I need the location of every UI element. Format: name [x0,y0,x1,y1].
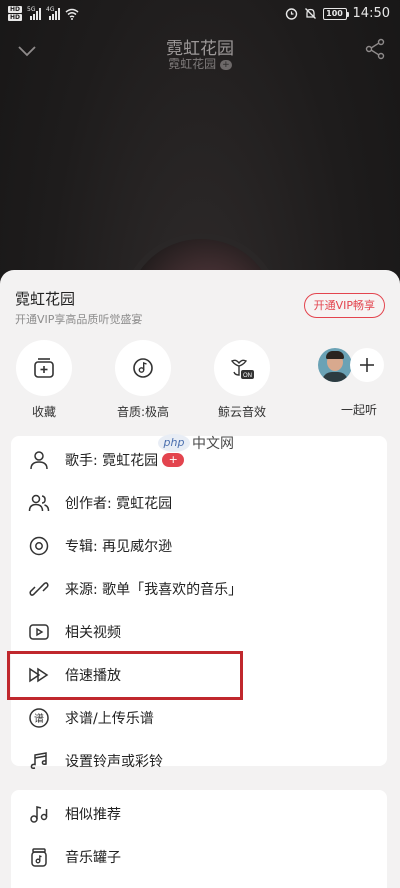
watermark: php 中文网 [158,433,234,453]
player-top-bar: 霓虹花园 霓虹花园 + [0,30,400,80]
whale-sound-effect-icon: ON [230,359,254,379]
clock: 14:50 [352,6,390,21]
php-logo: php [158,434,190,452]
artist-name[interactable]: 霓虹花园 + [0,55,400,72]
menu-item-related-video[interactable]: 相关视频 [11,610,387,653]
svg-text:谱: 谱 [34,712,44,725]
ringtone-icon [30,751,47,769]
menu-item-source[interactable]: 来源: 歌单「我喜欢的音乐」 [11,567,387,610]
video-icon [29,623,49,640]
follow-artist-icon[interactable]: + [219,59,232,70]
sheet-title: 霓虹花园 [15,290,76,308]
sound-quality-button[interactable]: 音质:极高 [103,340,183,420]
hd-badge: HD [8,6,23,13]
song-info-list: 歌手: 霓虹花园 + 创作者: 霓虹花园 专辑: 再见威尔逊 来源: 歌单「我喜… [11,436,387,770]
menu-item-creator[interactable]: 创作者: 霓虹花园 [11,481,387,524]
listen-together-group[interactable] [318,348,390,388]
disc-note-icon [133,358,153,378]
alarm-icon [285,8,297,20]
music-jar-icon [31,847,47,867]
creators-icon [28,494,50,511]
person-icon [30,450,48,469]
add-to-playlist-icon [34,358,54,378]
watermark-text: 中文网 [192,436,234,452]
follow-artist-badge[interactable]: + [162,452,185,467]
discover-list: 相似推荐 音乐罐子 [11,790,387,888]
menu-item-sheet-music[interactable]: 谱 求谱/上传乐谱 [11,696,387,739]
avatar [318,348,352,382]
sheet-music-icon: 谱 [29,707,49,728]
album-disc-icon [29,536,49,555]
plus-icon [360,358,374,372]
menu-item-music-jar[interactable]: 音乐罐子 [11,835,387,878]
menu-item-similar[interactable]: 相似推荐 [11,792,387,835]
signal-icon: 5G [27,6,42,20]
listen-together-label: 一起听 [340,403,377,417]
link-icon [29,581,49,596]
collect-button[interactable]: 收藏 [4,340,84,420]
battery-icon: 100 [322,7,349,20]
song-options-sheet: 霓虹花园 开通VIP享高品质听觉盛宴 开通VIP畅享 收藏 音质:极高 ON 鲸… [0,270,400,888]
signal-icon: 4G [46,6,61,20]
open-vip-button[interactable]: 开通VIP畅享 [303,293,385,318]
wifi-icon [65,8,79,20]
svg-text:ON: ON [243,373,252,379]
menu-item-ringtone[interactable]: 设置铃声或彩铃 [11,739,387,782]
share-icon[interactable] [364,38,386,60]
hd-badge: HD [8,14,23,21]
mute-bell-icon [304,8,316,19]
vip-promo-text: 开通VIP享高品质听觉盛宴 [15,313,143,326]
sound-effect-button[interactable]: ON 鲸云音效 [202,340,282,420]
menu-item-album[interactable]: 专辑: 再见威尔逊 [11,524,387,567]
status-bar: HD HD 5G 4G 100 14:50 [0,0,400,28]
highlight-annotation [7,651,243,700]
invite-button[interactable] [350,348,384,382]
similar-music-icon [30,805,48,823]
